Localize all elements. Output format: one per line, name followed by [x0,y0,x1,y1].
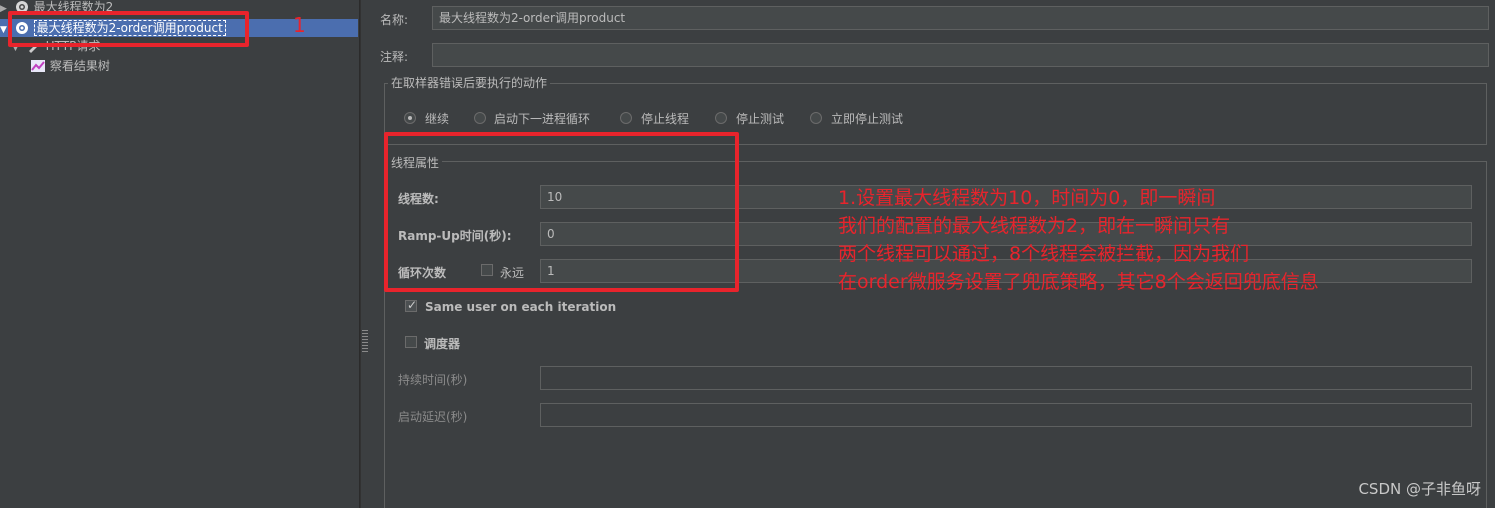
scheduler-label: 调度器 [424,337,461,351]
annotation-note-line-4: 在order微服务设置了兜底策略，其它8个会返回兜底信息 [838,271,1319,293]
startup-delay-field[interactable] [540,403,1472,427]
gear-icon [15,21,28,34]
forever-checkbox[interactable] [481,264,493,276]
annotation-note-line-1: 1.设置最大线程数为10，时间为0，即一瞬间 [838,187,1216,209]
startup-delay-label: 启动延迟(秒) [398,410,468,424]
comment-field[interactable] [432,43,1489,67]
scheduler-checkbox[interactable] [405,336,417,348]
collapse-arrow-icon[interactable]: ▼ [12,39,22,57]
name-field[interactable]: 最大线程数为2-order调用product [432,6,1489,30]
annotation-note-line-2: 我们的配置的最大线程数为2，即在一瞬间只有 [838,215,1231,237]
pencil-icon [28,42,39,53]
same-user-label: Same user on each iteration [425,300,617,314]
tree-item-label: HTTP请求 [45,39,101,53]
name-label: 名称: [380,13,409,27]
radio-stop-test[interactable] [715,112,727,124]
duration-label: 持续时间(秒) [398,373,468,387]
watermark: CSDN @子非鱼呀 [1358,480,1481,498]
annotation-marker: 1 [293,13,306,37]
panel-splitter[interactable] [360,0,370,508]
expand-arrow-icon[interactable]: ▶ [0,0,10,18]
sampler-error-title: 在取样器错误后要执行的动作 [388,74,551,91]
tree-item-http-request[interactable]: ▼ HTTP请求 [12,37,100,55]
radio-stop-test-now[interactable] [810,112,822,124]
radio-stop-thread[interactable] [620,112,632,124]
collapse-arrow-icon[interactable]: ▼ [0,21,10,39]
test-plan-tree: ▶ 最大线程数为2 ▼ 最大线程数为2-order调用product ▼ HTT… [0,0,360,508]
gear-icon [15,0,28,13]
comment-label: 注释: [380,50,409,64]
tree-item-view-results-tree[interactable]: 察看结果树 [30,57,110,75]
radio-continue[interactable] [404,112,416,124]
tree-item-label: 最大线程数为2 [33,0,114,14]
chart-icon [31,59,45,72]
forever-label: 永远 [500,266,525,280]
radio-start-next-loop-label: 启动下一进程循环 [494,112,591,126]
radio-stop-test-label: 停止测试 [736,112,785,126]
same-user-checkbox[interactable] [405,298,417,312]
duration-field[interactable] [540,366,1472,390]
splitter-grip-icon[interactable] [362,330,368,354]
tree-item-label: 察看结果树 [49,59,110,73]
radio-continue-label: 继续 [425,112,450,126]
loop-count-label: 循环次数 [398,266,447,280]
radio-stop-thread-label: 停止线程 [641,112,690,126]
radio-start-next-loop[interactable] [474,112,486,124]
thread-properties-title: 线程属性 [388,154,443,171]
annotation-note-line-3: 两个线程可以通过，8个线程会被拦截，因为我们 [838,243,1250,265]
rampup-label: Ramp-Up时间(秒): [398,229,512,243]
threads-label: 线程数: [398,192,439,206]
tree-item-label: 最大线程数为2-order调用product [33,20,226,36]
radio-stop-test-now-label: 立即停止测试 [831,112,904,126]
